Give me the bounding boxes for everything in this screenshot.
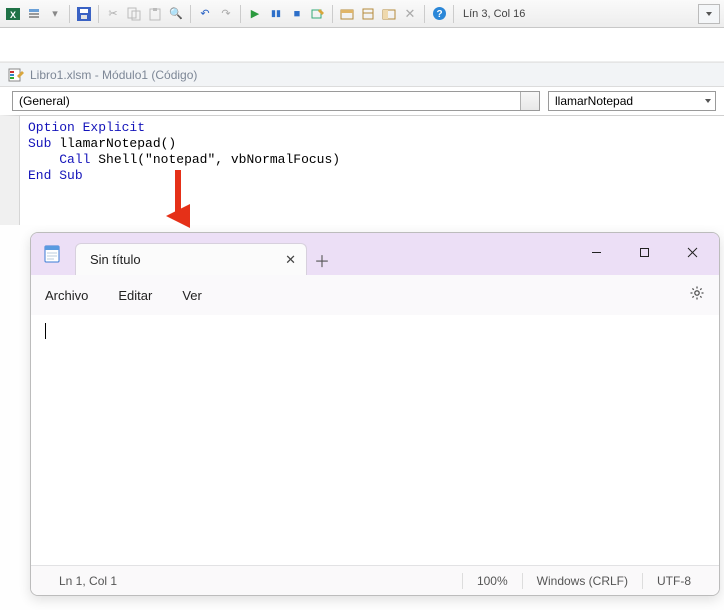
notepad-menubar: Archivo Editar Ver <box>31 275 719 315</box>
toolbar-separator <box>190 5 191 23</box>
design-mode-icon[interactable] <box>309 5 327 23</box>
vbe-toolbar: X ▾ ✂ 🔍 ↶ ↷ ▶ ▮▮ ■ ✕ ? Lín 3, Col 16 <box>0 0 724 28</box>
object-dropdown-value: (General) <box>19 94 70 108</box>
menu-view[interactable]: Ver <box>182 288 202 303</box>
code-margin <box>0 116 20 225</box>
close-tab-icon[interactable]: ✕ <box>285 252 296 268</box>
stop-icon[interactable]: ■ <box>288 5 306 23</box>
window-controls <box>573 237 715 267</box>
save-icon[interactable] <box>75 5 93 23</box>
code-window-titlebar: Libro1.xlsm - Módulo1 (Código) <box>0 63 724 87</box>
status-position: Ln 1, Col 1 <box>45 574 131 588</box>
pause-icon[interactable]: ▮▮ <box>267 5 285 23</box>
code-module-icon <box>8 67 24 83</box>
menu-edit[interactable]: Editar <box>118 288 152 303</box>
notepad-tab-title: Sin título <box>90 252 141 267</box>
object-dropdown[interactable]: (General) <box>12 91 540 111</box>
toolbar-separator <box>424 5 425 23</box>
svg-text:?: ? <box>436 9 442 20</box>
text-cursor <box>45 323 46 339</box>
menu-file[interactable]: Archivo <box>45 288 88 303</box>
close-button[interactable] <box>669 237 715 267</box>
settings-icon[interactable] <box>689 285 705 305</box>
copy-icon[interactable] <box>125 5 143 23</box>
status-zoom[interactable]: 100% <box>463 574 522 588</box>
dash-icon[interactable]: ▾ <box>46 5 64 23</box>
run-icon[interactable]: ▶ <box>246 5 264 23</box>
find-icon[interactable]: 🔍 <box>167 5 185 23</box>
properties-icon[interactable] <box>359 5 377 23</box>
toolbar-separator <box>453 5 454 23</box>
notepad-tab[interactable]: Sin título ✕ <box>75 243 307 275</box>
paste-icon[interactable] <box>146 5 164 23</box>
object-browser-icon[interactable] <box>380 5 398 23</box>
code-dropdown-row: (General) llamarNotepad <box>0 87 724 115</box>
notepad-app-icon <box>31 233 73 275</box>
toolbar-separator <box>332 5 333 23</box>
svg-text:X: X <box>10 10 16 20</box>
minimize-button[interactable] <box>573 237 619 267</box>
code-window: Libro1.xlsm - Módulo1 (Código) (General)… <box>0 62 724 225</box>
excel-icon[interactable]: X <box>4 5 22 23</box>
toolbar-overflow-dropdown[interactable] <box>698 4 720 24</box>
toolbar-separator <box>69 5 70 23</box>
toolbar-separator <box>98 5 99 23</box>
toolbar-separator <box>240 5 241 23</box>
maximize-button[interactable] <box>621 237 667 267</box>
status-encoding: UTF-8 <box>643 574 705 588</box>
cut-icon[interactable]: ✂ <box>104 5 122 23</box>
toolbox-icon[interactable]: ✕ <box>401 5 419 23</box>
notepad-statusbar: Ln 1, Col 1 100% Windows (CRLF) UTF-8 <box>31 565 719 595</box>
procedure-dropdown[interactable]: llamarNotepad <box>548 91 716 111</box>
project-explorer-icon[interactable] <box>338 5 356 23</box>
help-icon[interactable]: ? <box>430 5 448 23</box>
notepad-text-area[interactable] <box>31 315 719 565</box>
code-window-title: Libro1.xlsm - Módulo1 (Código) <box>30 68 197 82</box>
cursor-position-label: Lín 3, Col 16 <box>463 8 525 20</box>
chevron-down-icon <box>705 99 711 103</box>
chevron-down-icon <box>527 100 533 104</box>
toolbar-gap <box>0 28 724 62</box>
code-editor[interactable]: Option Explicit Sub llamarNotepad() Call… <box>0 115 724 225</box>
undo-icon[interactable]: ↶ <box>196 5 214 23</box>
new-tab-button[interactable]: ＋ <box>307 245 337 275</box>
view-dropdown-icon[interactable] <box>25 5 43 23</box>
notepad-window: Sin título ✕ ＋ Archivo Editar Ver Ln 1, … <box>30 232 720 596</box>
notepad-titlebar[interactable]: Sin título ✕ ＋ <box>31 233 719 275</box>
redo-icon[interactable]: ↷ <box>217 5 235 23</box>
status-eol: Windows (CRLF) <box>523 574 642 588</box>
procedure-dropdown-value: llamarNotepad <box>555 94 633 108</box>
